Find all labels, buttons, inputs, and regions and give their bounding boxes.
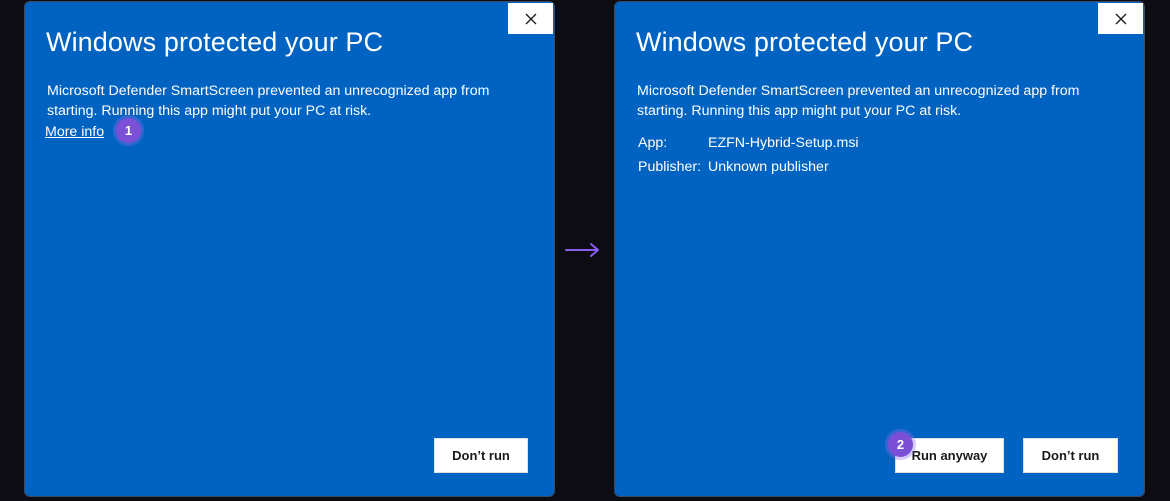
dialog-title: Windows protected your PC xyxy=(46,27,384,57)
app-label: App: xyxy=(638,135,668,151)
arrow-right-icon xyxy=(565,243,599,257)
publisher-detail-row: Publisher: Unknown publisher xyxy=(638,157,859,181)
dont-run-button[interactable]: Don’t run xyxy=(434,438,528,473)
app-detail-row: App: EZFN-Hybrid-Setup.msi xyxy=(638,133,859,157)
publisher-label: Publisher: xyxy=(638,159,702,175)
close-button[interactable] xyxy=(508,3,553,34)
dialog-message: Microsoft Defender SmartScreen prevented… xyxy=(637,83,1080,119)
step-badge-2: 2 xyxy=(888,432,913,457)
tutorial-canvas: Windows protected your PC Microsoft Defe… xyxy=(0,0,1170,501)
more-info-link[interactable]: More info xyxy=(45,122,104,142)
close-icon xyxy=(525,13,536,24)
app-details: App: EZFN-Hybrid-Setup.msi Publisher: Un… xyxy=(638,133,859,181)
close-button[interactable] xyxy=(1098,3,1143,34)
dialog-title: Windows protected your PC xyxy=(636,27,974,57)
dont-run-button[interactable]: Don’t run xyxy=(1023,438,1118,473)
app-name: EZFN-Hybrid-Setup.msi xyxy=(708,135,859,151)
step-badge-1: 1 xyxy=(116,118,141,143)
publisher-name: Unknown publisher xyxy=(708,159,829,175)
smartscreen-dialog-expanded: Windows protected your PC Microsoft Defe… xyxy=(614,1,1145,497)
close-icon xyxy=(1115,13,1126,24)
dialog-message: Microsoft Defender SmartScreen prevented… xyxy=(47,83,490,119)
smartscreen-dialog-initial: Windows protected your PC Microsoft Defe… xyxy=(24,1,555,497)
